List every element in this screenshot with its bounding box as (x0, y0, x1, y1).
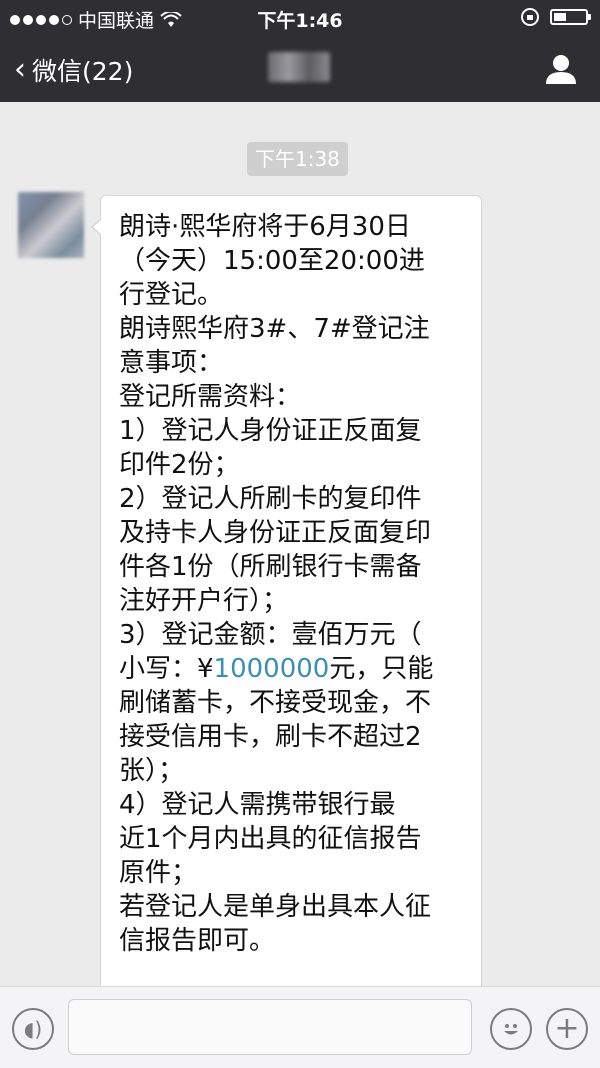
message-timestamp: 下午1:38 (247, 142, 348, 176)
message-line: 若登记人是单身出具本人征 (119, 892, 432, 922)
message-line: 3）登记金额：壹佰万元（ (119, 620, 422, 650)
battery-icon (550, 9, 591, 25)
message-line: 2）登记人所刷卡的复印件 (119, 484, 422, 514)
status-time: 下午1:46 (257, 10, 343, 32)
profile-icon[interactable] (544, 52, 578, 86)
back-label: 微信(22) (32, 57, 134, 86)
amount-prefix: 小写：¥ (119, 654, 214, 684)
status-bar: 中国联通 下午1:46 (0, 0, 600, 36)
chevron-left-icon: ‹ (14, 52, 26, 87)
nav-bar: ‹ 微信(22) (0, 36, 600, 102)
message-line: 近1个月内出具的征信报告 (119, 824, 422, 854)
message-line: 4）登记人需携带银行最 (119, 790, 396, 820)
message-line: 张）； (119, 756, 185, 786)
message-line: 件各1份（所刷银行卡需备 (119, 552, 422, 582)
message-line: 接受信用卡，刷卡不超过2 (119, 722, 422, 752)
plus-icon: + (554, 1011, 580, 1046)
message-input[interactable] (68, 999, 472, 1055)
input-bar: ◖) + (0, 986, 600, 1068)
amount-suffix: 元，只能 (329, 654, 434, 684)
message-line-amount: 小写：¥1000000元，只能 (119, 652, 467, 686)
avatar[interactable] (18, 192, 84, 258)
back-button[interactable]: ‹ 微信(22) (14, 52, 133, 88)
emoji-icon (504, 1024, 518, 1035)
message-line: 原件； (119, 858, 198, 888)
chat-area: 下午1:38 朗诗·熙华府将于6月30日 （今天）15:00至20:00进 行登… (0, 102, 600, 1025)
message-line: （今天）15:00至20:00进 (119, 246, 425, 276)
message-line: 印件2份； (119, 450, 240, 480)
message-line: 意事项： (119, 348, 224, 378)
message-line: 注好开户行）； (119, 586, 289, 616)
status-right (520, 7, 591, 27)
message-line: 1）登记人身份证正反面复 (119, 416, 422, 446)
message-bubble[interactable]: 朗诗·熙华府将于6月30日 （今天）15:00至20:00进 行登记。 朗诗熙华… (91, 195, 482, 1025)
message-line: 朗诗熙华府3#、7#登记注 (119, 314, 430, 344)
contact-name-blurred (268, 52, 330, 82)
emoji-button[interactable] (490, 1008, 532, 1050)
message-line: 刷储蓄卡，不接受现金，不 (119, 688, 432, 718)
message-line: 登记所需资料： (119, 382, 302, 412)
message-line: 及持卡人身份证正反面复印 (119, 518, 432, 548)
rotation-lock-icon (521, 8, 539, 26)
plus-button[interactable]: + (546, 1008, 588, 1050)
voice-icon: ◖) (23, 1017, 43, 1041)
voice-button[interactable]: ◖) (12, 1008, 54, 1050)
message-line: 行登记。 (119, 280, 224, 310)
amount-number-link[interactable]: 1000000 (214, 654, 330, 684)
message-line: 信报告即可。 (119, 926, 276, 956)
message-line: 朗诗·熙华府将于6月30日 (119, 212, 411, 242)
